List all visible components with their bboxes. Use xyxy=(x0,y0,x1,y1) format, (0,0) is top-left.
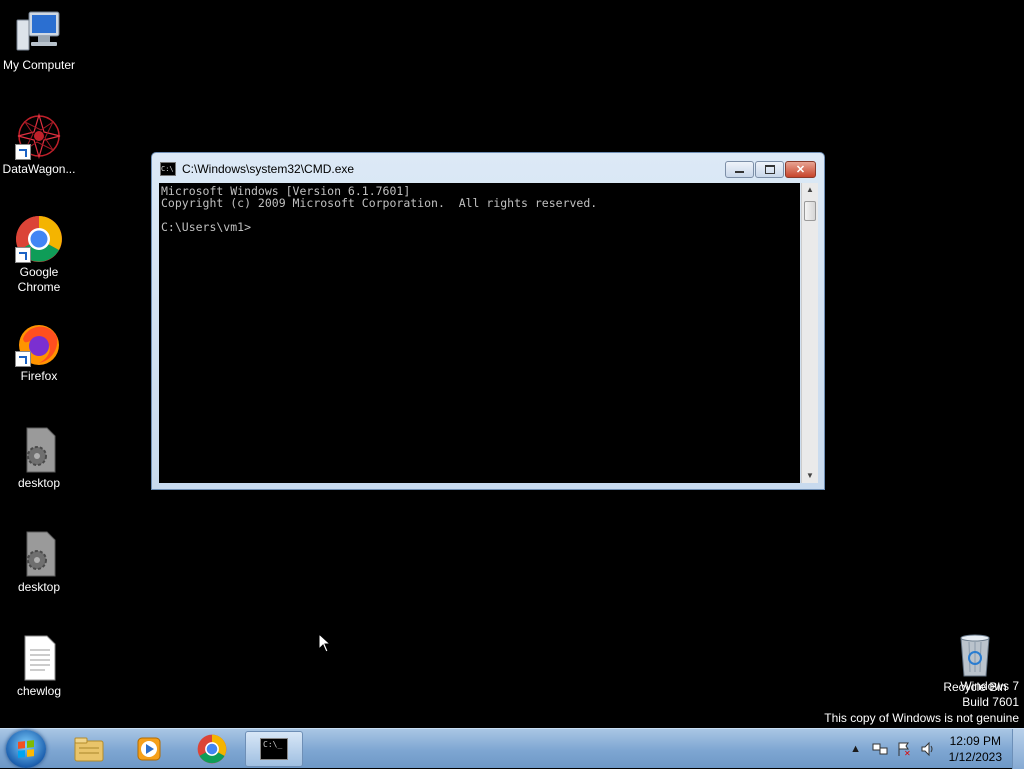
desktop-icon-label: DataWagon... xyxy=(2,162,76,176)
cmd-icon: C:\ xyxy=(160,162,176,176)
taskbar: C:\_ ▲ ✕ 12:09 PM 1/12/2023 xyxy=(0,728,1024,769)
console-prompt: C:\Users\vm1> xyxy=(161,220,252,234)
scroll-up-icon[interactable]: ▲ xyxy=(802,183,818,197)
desktop-icon-firefox[interactable]: Firefox xyxy=(0,319,78,384)
watermark-line: Build 7601 xyxy=(962,695,1019,709)
restore-icon xyxy=(764,165,775,174)
scroll-thumb[interactable] xyxy=(804,201,816,221)
taskbar-cmd[interactable]: C:\_ xyxy=(245,731,303,767)
shortcut-arrow-icon xyxy=(15,351,31,367)
desktop-icon-label: desktop xyxy=(17,580,61,594)
minimize-button[interactable] xyxy=(725,161,754,178)
desktop-icon-chewlog[interactable]: chewlog xyxy=(0,634,78,699)
mouse-cursor-icon xyxy=(318,632,332,658)
network-icon[interactable] xyxy=(871,740,889,758)
show-desktop-button[interactable] xyxy=(1012,729,1024,769)
start-button[interactable] xyxy=(6,730,46,768)
text-file-icon xyxy=(15,634,63,682)
desktop-icon-label: desktop xyxy=(17,476,61,490)
desktop-icon-desktop-file[interactable]: desktop xyxy=(0,530,78,595)
clock[interactable]: 12:09 PM 1/12/2023 xyxy=(949,733,1002,765)
action-center-flag-icon[interactable]: ✕ xyxy=(895,740,913,758)
watermark-line: Windows 7 xyxy=(960,679,1019,693)
folder-icon xyxy=(74,737,104,762)
windows-genuine-watermark: Windows 7 Build 7601 This copy of Window… xyxy=(824,678,1019,726)
shortcut-arrow-icon xyxy=(15,247,31,263)
window-titlebar[interactable]: C:\ C:\Windows\system32\CMD.exe xyxy=(160,159,354,179)
volume-icon[interactable] xyxy=(919,740,937,758)
cmd-window[interactable]: C:\ C:\Windows\system32\CMD.exe ✕ Micros… xyxy=(151,152,825,490)
desktop-icon-my-computer[interactable]: My Computer xyxy=(0,8,78,73)
firefox-icon xyxy=(15,319,63,367)
cmd-icon: C:\_ xyxy=(260,738,288,760)
watermark-line: This copy of Windows is not genuine xyxy=(824,711,1019,725)
window-controls: ✕ xyxy=(725,161,816,178)
window-title: C:\Windows\system32\CMD.exe xyxy=(182,162,355,176)
taskbar-chrome[interactable] xyxy=(183,731,241,767)
vertical-scrollbar[interactable]: ▲ ▼ xyxy=(801,183,818,483)
show-hidden-icons-icon[interactable]: ▲ xyxy=(847,740,865,758)
desktop-icon-label: Firefox xyxy=(20,369,58,383)
close-button[interactable]: ✕ xyxy=(785,161,816,178)
clock-date: 1/12/2023 xyxy=(948,750,1002,764)
taskbar-explorer[interactable] xyxy=(60,731,118,767)
clock-time: 12:09 PM xyxy=(949,734,1001,748)
close-icon: ✕ xyxy=(795,164,806,176)
datawagon-icon xyxy=(15,112,63,160)
desktop-icon-label: Google Chrome xyxy=(17,265,61,294)
scroll-down-icon[interactable]: ▼ xyxy=(802,469,818,483)
settings-file-icon xyxy=(15,530,63,578)
settings-file-icon xyxy=(15,426,63,474)
console-output[interactable]: Microsoft Windows [Version 6.1.7601] Copy… xyxy=(159,183,800,483)
desktop: My Computer DataWagon... Google Chrome F… xyxy=(0,0,1024,728)
restore-button[interactable] xyxy=(755,161,784,178)
desktop-icon-desktop-file[interactable]: desktop xyxy=(0,426,78,491)
media-player-icon xyxy=(137,737,161,761)
recycle-bin-icon xyxy=(951,630,999,678)
console-line: Copyright (c) 2009 Microsoft Corporation… xyxy=(161,196,598,210)
desktop-icon-chrome[interactable]: Google Chrome xyxy=(0,215,78,295)
desktop-icon-label: chewlog xyxy=(16,684,62,698)
chrome-icon xyxy=(15,215,63,263)
taskbar-media-player[interactable] xyxy=(120,731,178,767)
computer-icon xyxy=(15,8,63,56)
minimize-icon xyxy=(735,171,744,173)
desktop-icon-datawagon[interactable]: DataWagon... xyxy=(0,112,78,177)
desktop-icon-label: My Computer xyxy=(2,58,76,72)
system-tray: ▲ ✕ 12:09 PM 1/12/2023 xyxy=(847,729,1024,769)
chrome-icon xyxy=(197,734,227,764)
svg-text:✕: ✕ xyxy=(904,749,911,757)
shortcut-arrow-icon xyxy=(15,144,31,160)
windows-logo-icon xyxy=(18,740,34,758)
